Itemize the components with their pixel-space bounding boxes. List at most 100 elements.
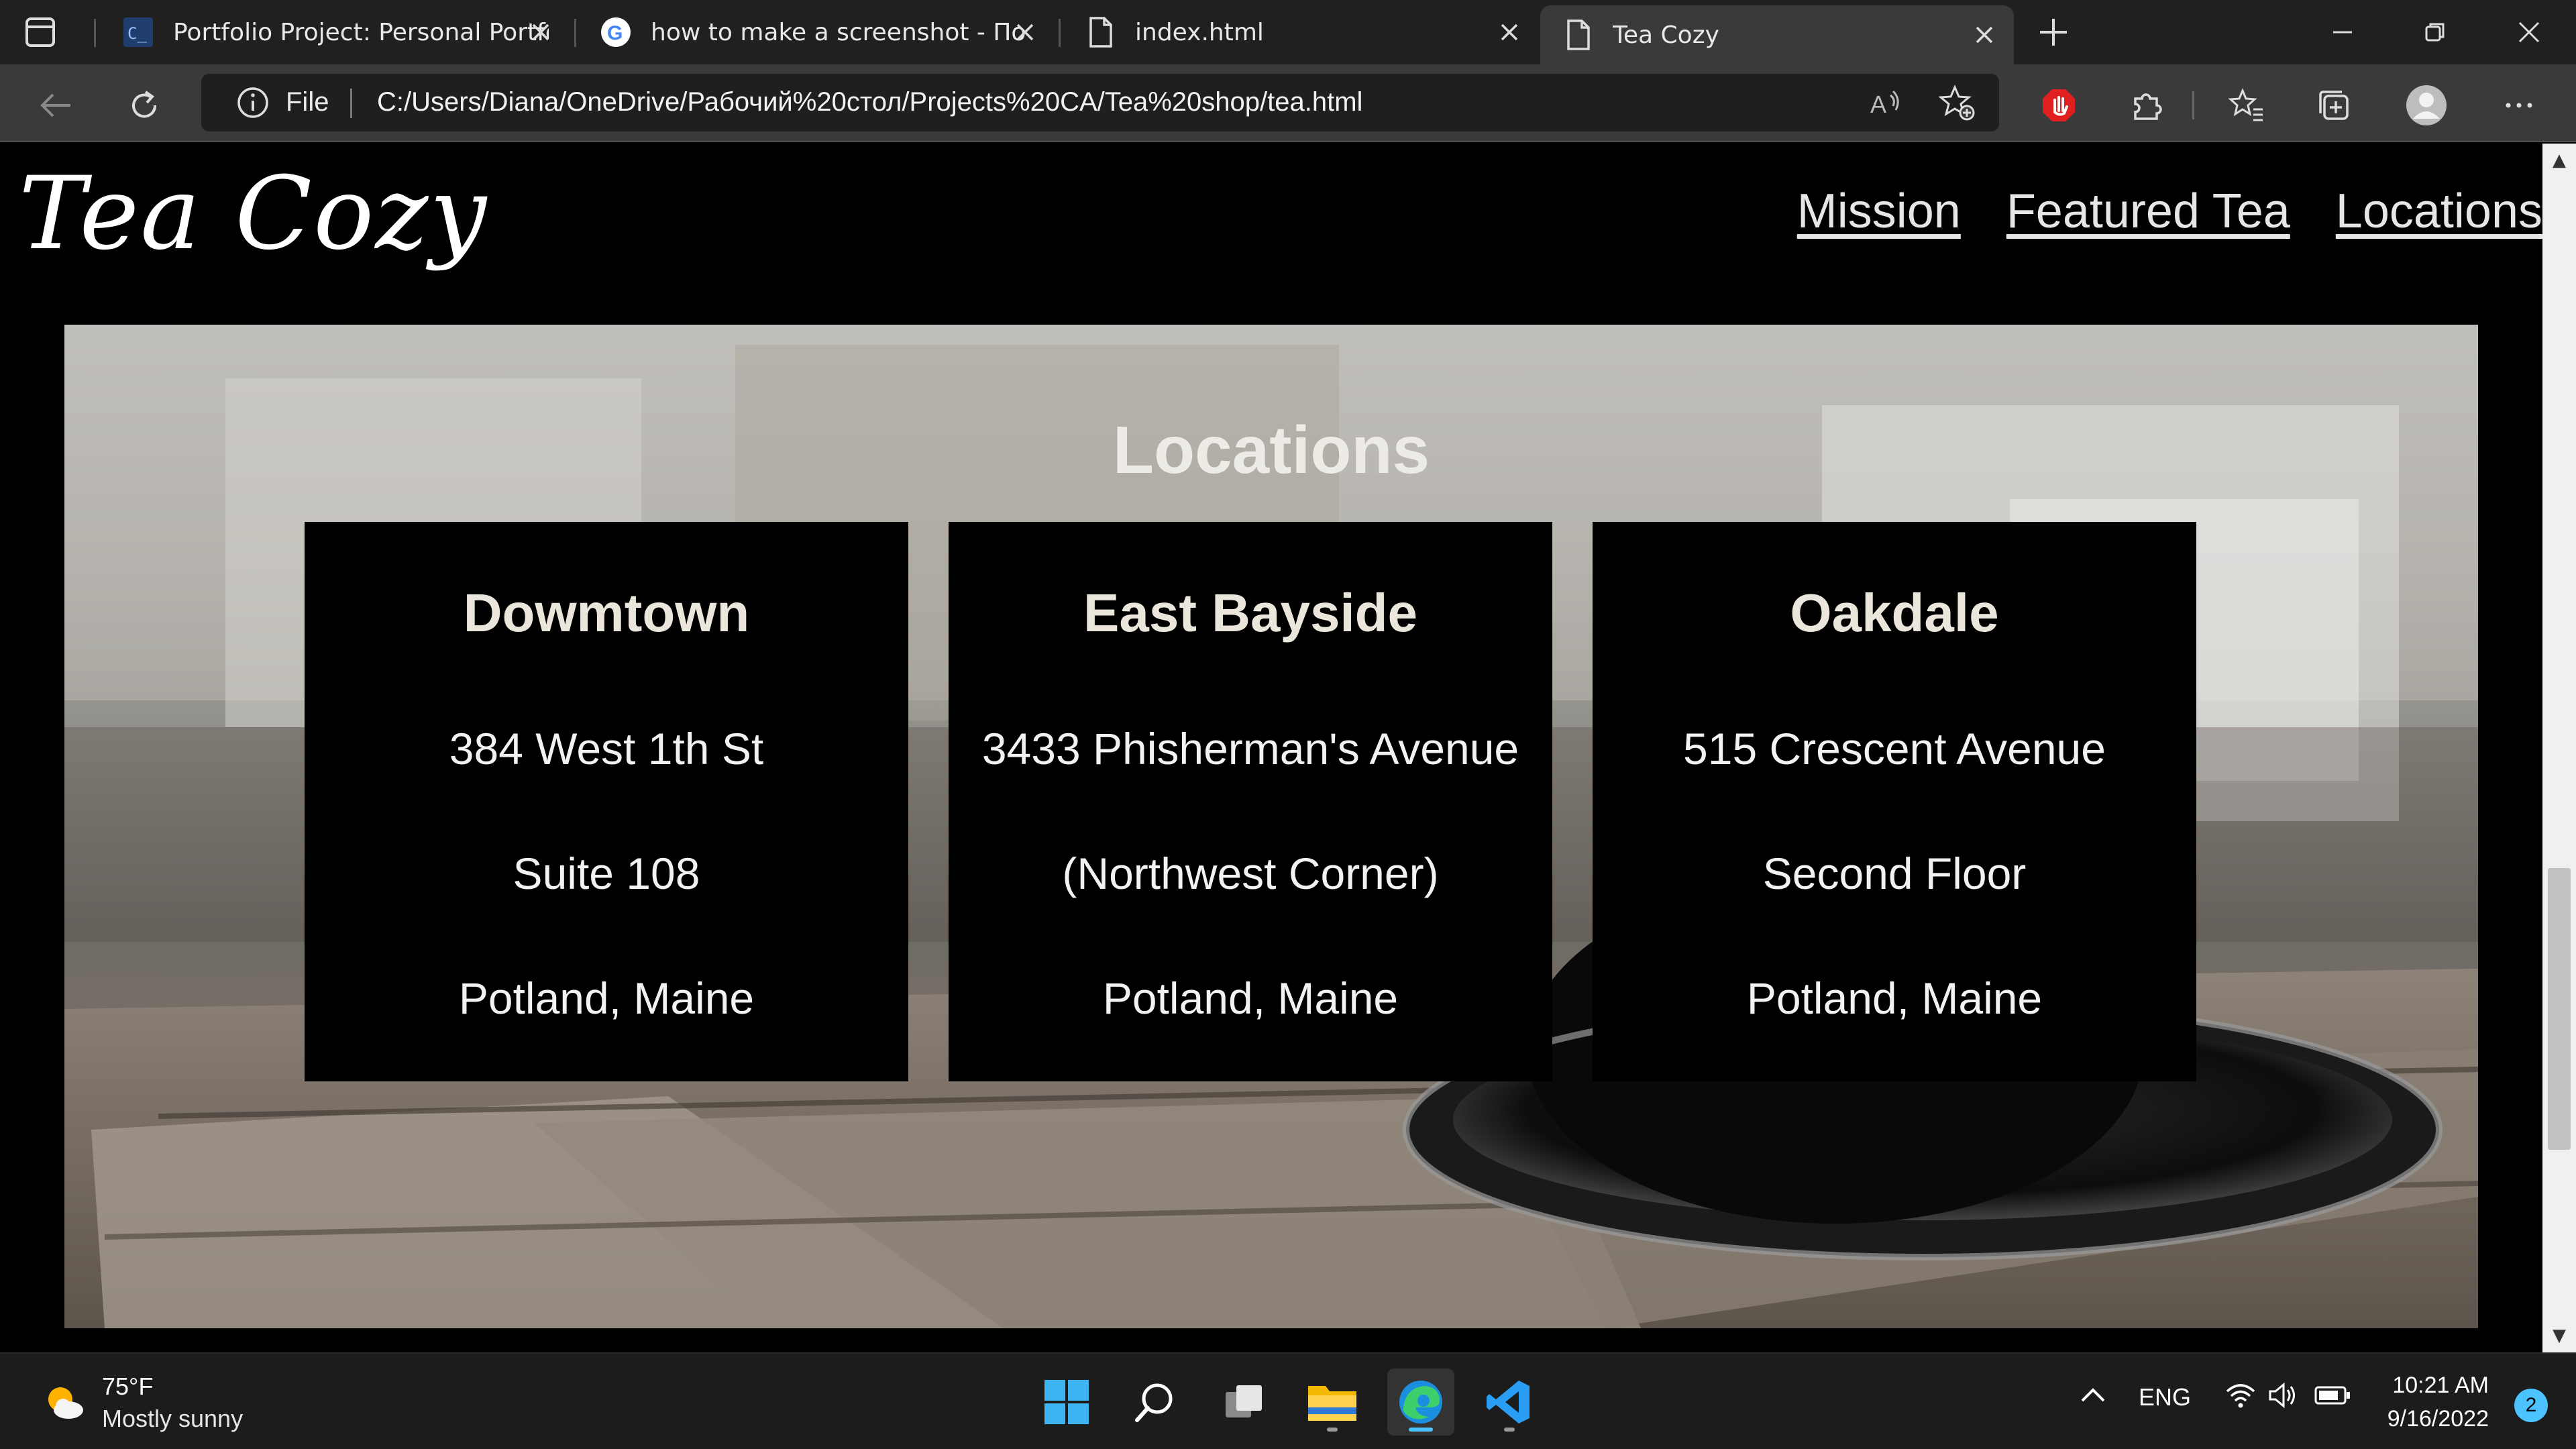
system-clock[interactable]: 10:21 AM 9/16/2022 [2387,1368,2489,1436]
google-icon: G [600,16,632,48]
address-line: Potland, Maine [1746,973,2043,1023]
avatar-icon [2406,85,2447,125]
back-button[interactable] [34,83,78,127]
tab-google-search[interactable]: G how to make a screenshot - Пои [578,0,1055,64]
tab-portfolio-project[interactable]: C_ Portfolio Project: Personal Portfo [101,0,570,64]
collections-icon [2319,91,2349,120]
taskbar-vscode[interactable] [1476,1368,1543,1436]
running-indicator [1409,1428,1433,1432]
codecademy-icon: C_ [122,16,154,48]
close-tab-icon[interactable] [1968,19,2000,51]
favorites-button[interactable] [2224,83,2269,127]
task-view-button[interactable] [1210,1368,1277,1436]
close-window-button[interactable] [2509,12,2549,52]
start-button[interactable] [1033,1368,1100,1436]
site-nav: Mission Featured Tea Locations [1797,184,2542,239]
tab-title: Tea Cozy [1613,21,1719,49]
plus-icon [2040,19,2067,46]
weather-temperature[interactable]: 75°F [102,1373,153,1401]
tab-actions-button[interactable] [20,15,74,50]
section-title: Locations [1112,413,1430,488]
taskbar-file-explorer[interactable] [1299,1368,1366,1436]
add-favorite-icon[interactable] [1939,85,1976,122]
address-line: Potland, Maine [1102,973,1399,1023]
wifi-icon[interactable] [2224,1381,2257,1416]
info-icon[interactable] [236,86,270,119]
address-line: Suite 108 [513,849,700,898]
address-separator [350,89,352,118]
restore-button[interactable] [2415,12,2455,52]
show-hidden-icons-button[interactable] [2078,1381,2108,1416]
location-card-downtown: Dowmtown 384 West 1th St Suite 108 Potla… [305,522,908,1081]
close-tab-icon[interactable] [1009,16,1041,48]
extensions-button[interactable] [2125,83,2169,127]
nav-link-locations[interactable]: Locations [2336,184,2542,239]
clock-time: 10:21 AM [2392,1373,2489,1398]
nav-link-mission[interactable]: Mission [1797,184,1961,239]
locations-section: Locations Dowmtown 384 West 1th St Suite… [64,325,2478,1328]
tab-actions-icon [25,17,55,47]
running-indicator [1504,1428,1515,1432]
new-tab-button[interactable] [2033,13,2074,51]
notification-badge[interactable]: 2 [2514,1389,2548,1422]
more-dots-icon [2506,103,2532,108]
site-logo[interactable]: Tea Cozy [19,156,488,272]
address-line: (Northwest Corner) [1062,849,1439,898]
taskbar-edge[interactable] [1387,1368,1454,1436]
tab-title: Portfolio Project: Personal Portfo [173,18,549,46]
windows-logo-icon [1044,1380,1089,1424]
close-icon [2518,21,2540,43]
scroll-down-arrow-icon[interactable]: ▼ [2542,1319,2576,1352]
location-card-oakdale: Oakdale 515 Crescent Avenue Second Floor… [1593,522,2196,1081]
tab-title: index.html [1135,18,1264,46]
tab-index-html[interactable]: index.html [1063,0,1539,64]
stop-hand-icon [2043,89,2075,121]
folder-icon [1308,1386,1356,1421]
address-line: 515 Crescent Avenue [1683,724,2106,773]
chevron-up-icon [2081,1388,2105,1402]
collections-button[interactable] [2312,83,2356,127]
reload-button[interactable] [122,83,166,127]
favorites-star-icon [2228,88,2263,121]
task-view-icon [1226,1385,1262,1417]
minimize-button[interactable] [2322,12,2363,52]
battery-icon[interactable] [2314,1382,2352,1415]
scroll-up-arrow-icon[interactable]: ▲ [2542,144,2576,177]
running-indicator [1327,1428,1338,1432]
svg-text:G: G [607,22,623,44]
vscode-icon [1487,1381,1529,1424]
address-bar[interactable]: File C:/Users/Diana/OneDrive/Рабочий%20с… [201,74,1999,131]
site-header: Tea Cozy Mission Featured Tea Locations [0,144,2542,325]
address-line: 384 West 1th St [449,724,764,773]
reload-icon [132,91,157,118]
location-name: Dowmtown [463,583,750,643]
adblock-extension-button[interactable] [2037,83,2081,127]
tab-separator [1059,19,1061,47]
svg-text:C_: C_ [127,24,147,43]
search-button[interactable] [1122,1368,1189,1436]
page-scrollbar[interactable]: ▲ ▼ [2542,144,2576,1352]
scrollbar-thumb[interactable] [2548,868,2571,1150]
close-tab-icon[interactable] [525,16,557,48]
tab-separator [574,19,576,47]
read-aloud-icon[interactable]: A [1866,85,1904,122]
weather-description[interactable]: Mostly sunny [102,1405,243,1433]
clock-date: 9/16/2022 [2387,1406,2489,1432]
file-icon [1562,19,1594,51]
weather-sun-cloud-icon[interactable] [40,1379,87,1426]
tab-title: how to make a screenshot - Пои [651,18,1026,46]
input-language-indicator[interactable]: ENG [2139,1383,2191,1411]
volume-icon[interactable] [2267,1381,2300,1416]
profile-button[interactable] [2404,83,2449,127]
address-line: 3433 Phisherman's Avenue [981,724,1519,773]
tab-tea-cozy[interactable]: Tea Cozy [1540,5,2014,64]
minimize-icon [2333,31,2352,34]
file-icon [1084,16,1116,48]
settings-more-button[interactable] [2497,83,2541,127]
close-tab-icon[interactable] [1493,16,1525,48]
nav-link-featured-tea[interactable]: Featured Tea [2006,184,2290,239]
puzzle-icon [2134,93,2162,120]
page-viewport: Tea Cozy Mission Featured Tea Locations [0,144,2542,1352]
url-text[interactable]: C:/Users/Diana/OneDrive/Рабочий%20стол/P… [377,87,1362,117]
address-line: Potland, Maine [458,973,755,1023]
